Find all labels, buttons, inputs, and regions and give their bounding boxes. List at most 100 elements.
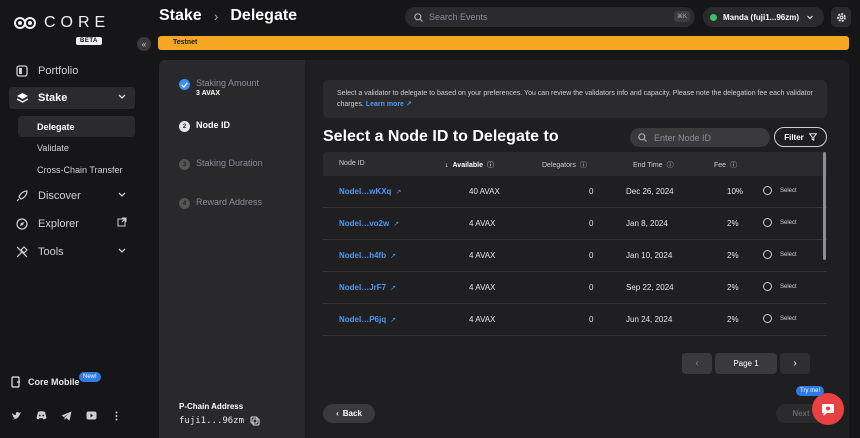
step-number: 4 — [179, 198, 190, 209]
settings-button[interactable] — [831, 7, 851, 27]
sidebar-item-label: Portfolio — [38, 65, 79, 77]
node-id-link[interactable]: NodeI…P6jq ↗ — [339, 315, 396, 324]
node-id-link[interactable]: NodeI…JrF7 ↗ — [339, 283, 396, 292]
table-row[interactable]: NodeI…JrF7 ↗ 4 AVAX 0 Sep 22, 2024 2% Se… — [323, 272, 827, 304]
fee-value: 2% — [727, 283, 739, 292]
external-link-icon: ↗ — [390, 284, 396, 292]
node-id-link[interactable]: NodeI…h4fb ↗ — [339, 251, 396, 260]
sidebar-item-label: Explorer — [38, 218, 79, 230]
copy-icon[interactable] — [250, 416, 260, 426]
node-id-link[interactable]: NodeI…vo2w ↗ — [339, 219, 399, 228]
available-value: 4 AVAX — [469, 251, 496, 260]
column-available[interactable]: ↓ Available ⓘ — [445, 160, 494, 170]
table-header: Node ID ↓ Available ⓘ Delegators ⓘ End T… — [323, 152, 827, 176]
collapse-sidebar-button[interactable]: « — [137, 37, 151, 51]
select-radio[interactable]: Select — [763, 282, 797, 291]
step-label: Staking Duration — [196, 158, 263, 168]
select-radio[interactable]: Select — [763, 314, 797, 323]
table-body: NodeI…wKXq ↗ 40 AVAX 0 Dec 26, 2024 10% … — [323, 176, 827, 336]
arrow-left-icon: ‹ — [336, 409, 339, 418]
info-icon: ⓘ — [730, 162, 738, 169]
external-link-icon: ↗ — [395, 188, 402, 196]
discord-icon[interactable] — [36, 410, 47, 421]
chat-assistant-button[interactable] — [812, 393, 844, 425]
sidebar-item-label: Tools — [38, 246, 64, 258]
online-status-dot — [710, 13, 717, 21]
column-end-time[interactable]: End Time ⓘ — [633, 160, 674, 170]
sidebar-item-label: Stake — [38, 92, 68, 104]
pchain-address-label: P-Chain Address — [179, 402, 244, 411]
fee-value: 2% — [727, 251, 739, 260]
pchain-address-value: fuji1...96zm — [179, 416, 245, 426]
account-switcher[interactable]: Manda (fuji1...96zm) — [703, 7, 824, 27]
sidebar-item-tools[interactable]: Tools — [9, 241, 135, 263]
twitter-icon[interactable] — [11, 410, 22, 421]
end-time-value: Dec 26, 2024 — [626, 187, 674, 196]
external-link-icon: ↗ — [390, 316, 396, 324]
radio-circle — [763, 314, 772, 323]
sidebar-subitem-delegate[interactable]: Delegate — [18, 116, 135, 137]
gear-icon — [836, 12, 847, 23]
table-row[interactable]: NodeI…h4fb ↗ 4 AVAX 0 Jan 10, 2024 2% Se… — [323, 240, 827, 272]
prev-page-button[interactable]: ‹ — [682, 353, 712, 374]
end-time-value: Jan 8, 2024 — [626, 219, 668, 228]
table-row[interactable]: NodeI…P6jq ↗ 4 AVAX 0 Jun 24, 2024 2% Se… — [323, 304, 827, 336]
stake-icon — [15, 91, 29, 105]
step-label: Node ID — [196, 120, 231, 130]
social-links — [11, 410, 122, 421]
filter-button[interactable]: Filter — [774, 127, 827, 147]
end-time-value: Sep 22, 2024 — [626, 283, 674, 292]
search-input[interactable]: Search Events ⌘K — [405, 7, 695, 27]
breadcrumb: Stake › Delegate — [159, 7, 297, 25]
next-page-button[interactable]: › — [780, 353, 810, 374]
telegram-icon[interactable] — [61, 410, 72, 421]
sidebar-subitem-cross-chain-transfer[interactable]: Cross-Chain Transfer — [18, 159, 135, 180]
step-number: 2 — [179, 121, 190, 132]
select-label: Select — [780, 315, 797, 322]
back-button[interactable]: ‹ Back — [323, 404, 375, 423]
node-id-link[interactable]: NodeI…wKXq ↗ — [339, 187, 401, 196]
delegators-value: 0 — [589, 219, 594, 228]
more-options-icon[interactable] — [111, 410, 122, 421]
node-id-placeholder: Enter Node ID — [654, 132, 712, 143]
youtube-icon[interactable] — [86, 410, 97, 421]
sidebar-item-explorer[interactable]: Explorer — [9, 213, 135, 235]
column-fee[interactable]: Fee ⓘ — [714, 160, 737, 170]
delegators-value: 0 — [589, 187, 594, 196]
core-mobile-link[interactable]: Core Mobile — [11, 376, 80, 388]
available-value: 40 AVAX — [469, 187, 500, 196]
learn-more-link[interactable]: Learn more ↗ — [366, 101, 412, 108]
filter-icon — [808, 133, 817, 141]
column-label: Available — [452, 161, 483, 169]
available-value: 4 AVAX — [469, 315, 496, 324]
step-node-id[interactable]: 2 Node ID — [179, 120, 230, 132]
sidebar-subitem-validate[interactable]: Validate — [18, 137, 135, 158]
chat-icon — [820, 402, 836, 417]
column-delegators[interactable]: Delegators ⓘ — [542, 160, 587, 170]
node-id-value: NodeI…h4fb — [339, 251, 387, 260]
step-staking-amount[interactable]: Staking Amount 3 AVAX — [179, 78, 259, 97]
main-panel: Staking Amount 3 AVAX 2 Node ID 3 Stakin… — [159, 60, 849, 438]
sidebar-item-portfolio[interactable]: Portfolio — [9, 60, 135, 82]
available-value: 4 AVAX — [469, 219, 496, 228]
column-label: End Time — [633, 161, 663, 169]
external-link-icon — [117, 217, 127, 227]
table-scrollbar[interactable] — [823, 152, 826, 260]
table-row[interactable]: NodeI…vo2w ↗ 4 AVAX 0 Jan 8, 2024 2% Sel… — [323, 208, 827, 240]
info-icon: ⓘ — [579, 162, 587, 169]
step-reward-address: 4 Reward Address — [179, 197, 262, 209]
select-radio[interactable]: Select — [763, 250, 797, 259]
select-radio[interactable]: Select — [763, 186, 797, 195]
node-id-search-input[interactable]: Enter Node ID — [630, 128, 770, 147]
validators-table: Node ID ↓ Available ⓘ Delegators ⓘ End T… — [323, 152, 827, 336]
sidebar-item-discover[interactable]: Discover — [9, 185, 135, 207]
pagination: ‹ Page 1 › — [682, 353, 810, 374]
select-label: Select — [780, 251, 797, 258]
sidebar-item-stake[interactable]: Stake — [9, 87, 135, 109]
section-title: Select a Node ID to Delegate to — [323, 128, 559, 145]
select-radio[interactable]: Select — [763, 218, 797, 227]
core-logo[interactable]: CORE — [14, 14, 110, 32]
table-row[interactable]: NodeI…wKXq ↗ 40 AVAX 0 Dec 26, 2024 10% … — [323, 176, 827, 208]
radio-circle — [763, 186, 772, 195]
breadcrumb-root[interactable]: Stake — [159, 7, 202, 25]
